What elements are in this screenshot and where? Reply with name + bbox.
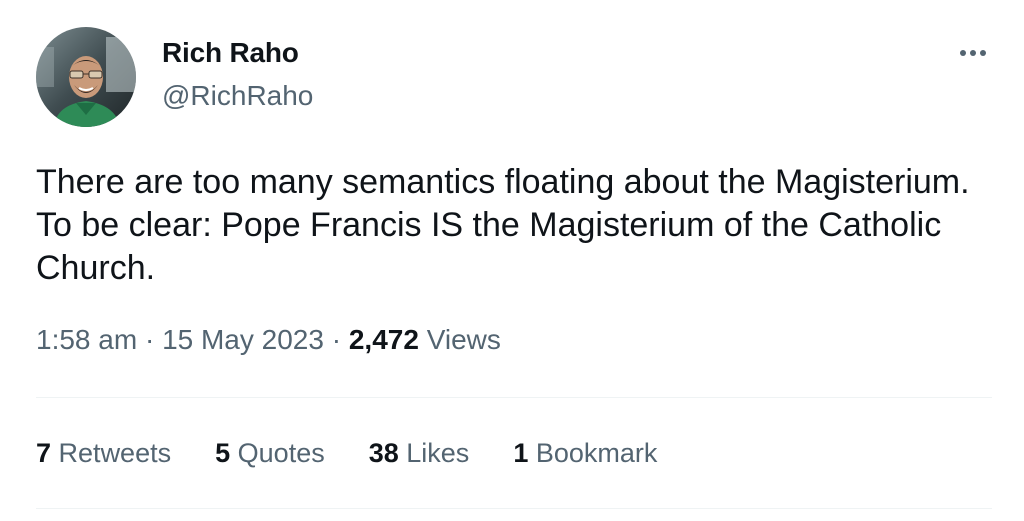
divider bbox=[36, 397, 992, 398]
tweet-meta: 1:58 am · 15 May 2023 · 2,472 Views bbox=[36, 322, 501, 358]
divider bbox=[36, 508, 992, 509]
avatar-photo-icon bbox=[36, 27, 136, 127]
quotes-stat[interactable]: 5 Quotes bbox=[215, 435, 325, 471]
quotes-count: 5 bbox=[215, 438, 231, 468]
more-options-button[interactable] bbox=[950, 38, 996, 68]
meta-separator: · bbox=[144, 324, 155, 355]
avatar[interactable] bbox=[36, 27, 136, 127]
author-handle[interactable]: @RichRaho bbox=[162, 79, 313, 113]
retweets-label: Retweets bbox=[58, 438, 172, 468]
bookmarks-stat[interactable]: 1 Bookmark bbox=[513, 435, 657, 471]
tweet-card: Rich Raho @RichRaho There are too many s… bbox=[0, 0, 1024, 521]
tweet-time[interactable]: 1:58 am bbox=[36, 324, 137, 355]
more-options-icon bbox=[960, 50, 966, 56]
author-name[interactable]: Rich Raho bbox=[162, 36, 299, 70]
retweets-stat[interactable]: 7 Retweets bbox=[36, 435, 171, 471]
quotes-label: Quotes bbox=[237, 438, 325, 468]
likes-label: Likes bbox=[406, 438, 470, 468]
retweets-count: 7 bbox=[36, 438, 52, 468]
tweet-date[interactable]: 15 May 2023 bbox=[162, 324, 324, 355]
engagement-stats: 7 Retweets 5 Quotes 38 Likes 1 Bookmark bbox=[36, 435, 701, 471]
meta-separator: · bbox=[331, 324, 342, 355]
views-count: 2,472 bbox=[348, 324, 419, 355]
views-label: Views bbox=[426, 324, 501, 355]
bookmarks-count: 1 bbox=[513, 438, 529, 468]
bookmarks-label: Bookmark bbox=[535, 438, 658, 468]
tweet-text: There are too many semantics floating ab… bbox=[36, 163, 970, 287]
more-options-icon-dot bbox=[970, 50, 976, 56]
more-options-icon-dot bbox=[980, 50, 986, 56]
likes-stat[interactable]: 38 Likes bbox=[369, 435, 470, 471]
likes-count: 38 bbox=[368, 438, 399, 468]
